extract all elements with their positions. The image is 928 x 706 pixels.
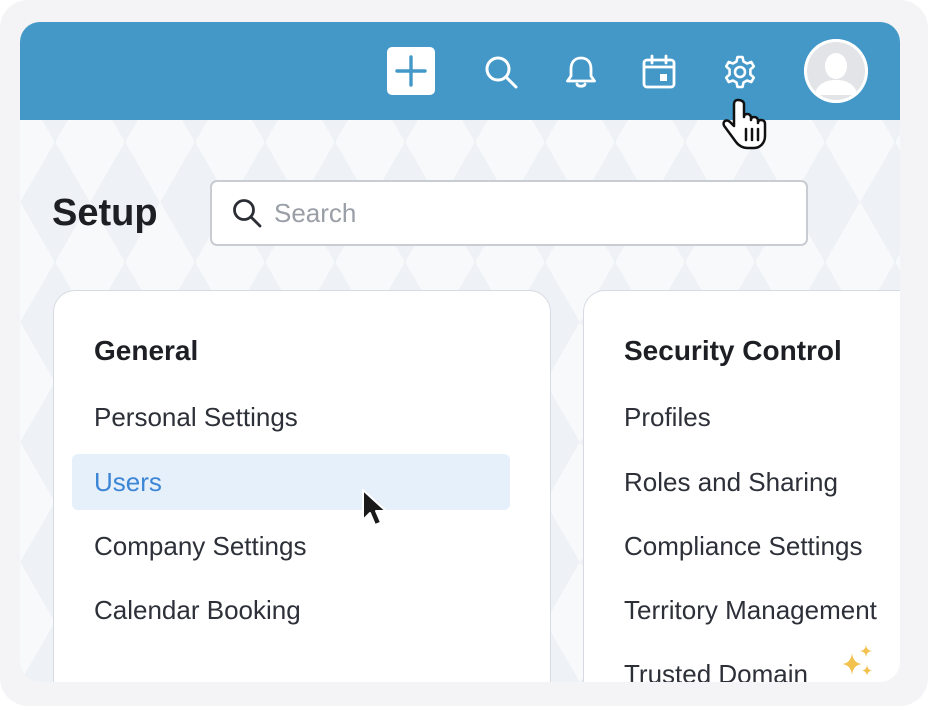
user-avatar[interactable] — [804, 39, 868, 103]
menu-item-calendar-booking[interactable]: Calendar Booking — [72, 582, 510, 638]
menu-item-personal-settings[interactable]: Personal Settings — [72, 389, 510, 445]
menu-item-company-settings[interactable]: Company Settings — [72, 518, 510, 574]
gear-icon[interactable] — [718, 50, 762, 94]
menu-item-profiles[interactable]: Profiles — [602, 389, 900, 445]
sparkle-icon — [842, 645, 872, 676]
hand-pointer-cursor-icon — [722, 98, 767, 150]
search-icon — [230, 196, 264, 230]
page-title: Setup — [52, 192, 158, 234]
calendar-icon[interactable] — [638, 51, 680, 93]
security-control-card: Security Control Profiles Roles and Shar… — [583, 290, 900, 682]
general-settings-card: General Personal Settings Users Company … — [53, 290, 551, 682]
general-heading: General — [94, 335, 199, 366]
crm-window: Setup General Personal Settings Users Co… — [20, 22, 900, 682]
menu-item-compliance-settings[interactable]: Compliance Settings — [602, 518, 900, 574]
search-icon[interactable] — [480, 51, 522, 93]
screenshot-frame: Setup General Personal Settings Users Co… — [0, 0, 928, 706]
security-heading: Security Control — [624, 335, 842, 366]
menu-item-users[interactable]: Users — [72, 454, 510, 510]
menu-item-territory-management[interactable]: Territory Management — [602, 582, 900, 638]
search-input[interactable] — [272, 196, 776, 230]
create-new-button[interactable] — [387, 47, 435, 95]
arrow-cursor-icon — [362, 489, 387, 526]
menu-item-roles-and-sharing[interactable]: Roles and Sharing — [602, 454, 900, 510]
setup-search-box[interactable] — [210, 180, 808, 246]
plus-icon — [395, 55, 427, 87]
user-silhouette-icon — [804, 39, 868, 103]
bell-icon[interactable] — [560, 51, 602, 93]
